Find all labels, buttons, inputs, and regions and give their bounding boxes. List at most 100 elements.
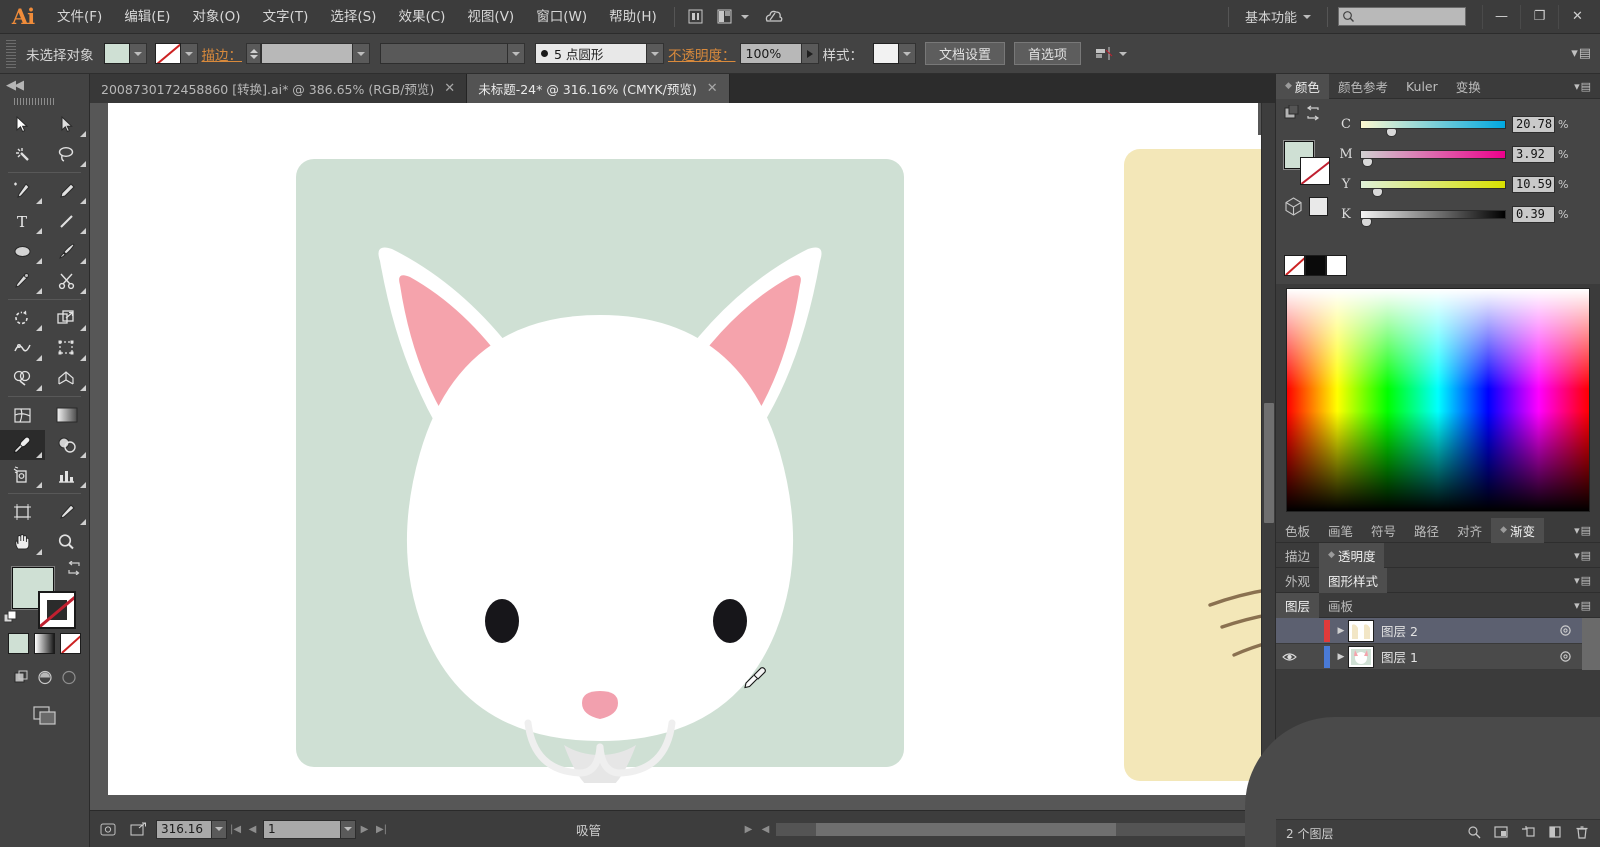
menu-view[interactable]: 视图(V) <box>456 0 525 34</box>
slider-k-track[interactable] <box>1360 210 1506 219</box>
layers-panel-menu-icon[interactable]: ▾▤ <box>1574 599 1600 612</box>
slider-m-value[interactable]: 3.92 <box>1512 146 1555 163</box>
layer-row-1[interactable]: ▶ 图层 1 <box>1276 644 1600 670</box>
tab-kuler[interactable]: Kuler <box>1397 74 1447 99</box>
graphic-style-swatch[interactable] <box>873 43 899 64</box>
slider-y-track[interactable] <box>1360 180 1506 189</box>
artboard-number-input[interactable]: 1 <box>263 820 341 839</box>
line-segment-tool[interactable] <box>45 206 90 236</box>
prev-artboard-button[interactable]: ◀ <box>244 819 261 839</box>
layer-1-target-icon[interactable] <box>1548 650 1582 663</box>
swatches-panel-menu-icon[interactable]: ▾▤ <box>1574 524 1600 537</box>
bridge-icon[interactable] <box>681 4 711 30</box>
rabbit-illustration[interactable] <box>1110 135 1275 795</box>
slider-y-knob[interactable] <box>1372 188 1383 197</box>
next-artboard-button[interactable]: ▶ <box>356 819 373 839</box>
zoom-level-dropdown[interactable] <box>212 820 227 839</box>
tab-align[interactable]: 对齐 <box>1448 518 1491 543</box>
magic-wand-tool[interactable] <box>0 139 45 169</box>
reflect-tool[interactable] <box>45 303 90 333</box>
workspace-selector[interactable]: 基本功能 <box>1235 7 1321 26</box>
tab-transparency[interactable]: ◆透明度 <box>1319 543 1384 568</box>
stroke-swatch-none[interactable] <box>155 43 181 64</box>
slider-m[interactable]: M 3.92 % <box>1338 139 1600 169</box>
color-mode-gradient[interactable] <box>34 633 55 654</box>
slider-c-track[interactable] <box>1360 120 1506 129</box>
symbol-sprayer-tool[interactable] <box>0 460 45 490</box>
hscroll-track[interactable] <box>776 823 1256 836</box>
tab-color-guide[interactable]: 颜色参考 <box>1329 74 1397 99</box>
canvas-vertical-scrollbar[interactable] <box>1261 103 1275 810</box>
free-transform-tool[interactable] <box>45 333 90 363</box>
ellipse-tool[interactable] <box>0 236 45 266</box>
stroke-weight-control[interactable] <box>246 43 370 64</box>
stroke-weight-input[interactable] <box>261 43 353 64</box>
slider-k-value[interactable]: 0.39 <box>1512 206 1555 223</box>
slider-c-value[interactable]: 20.78 <box>1512 116 1555 133</box>
tab-pathfinder[interactable]: 路径 <box>1405 518 1448 543</box>
canvas-area[interactable] <box>90 103 1275 810</box>
create-new-layer-icon[interactable] <box>1548 825 1562 842</box>
document-tab-1-close-icon[interactable]: ✕ <box>444 82 455 95</box>
document-tab-2-close-icon[interactable]: ✕ <box>707 82 718 95</box>
rotate-tool[interactable] <box>0 303 45 333</box>
slider-c[interactable]: C 20.78 % <box>1338 109 1600 139</box>
column-graph-tool[interactable] <box>45 460 90 490</box>
change-screen-mode-icon[interactable] <box>0 704 89 726</box>
restore-button[interactable]: ❐ <box>1520 5 1558 29</box>
toolbar-stroke-swatch-none[interactable] <box>38 591 76 629</box>
cat-illustration[interactable] <box>280 143 920 783</box>
layer-1-visibility-toggle-icon[interactable] <box>1276 651 1302 663</box>
layer-1-name[interactable]: 图层 1 <box>1381 647 1418 666</box>
zoom-level-input[interactable]: 316.16 <box>156 820 212 839</box>
stroke-weight-stepper[interactable] <box>246 43 261 64</box>
tab-color[interactable]: ◆颜色 <box>1276 74 1329 99</box>
fill-swatch[interactable] <box>104 43 130 64</box>
color-panel-menu-icon[interactable]: ▾▤ <box>1574 80 1600 93</box>
pen-tool[interactable] <box>0 176 45 206</box>
document-tab-1[interactable]: 2008730172458860 [转换].ai* @ 386.65% (RGB… <box>90 74 467 103</box>
color-mode-none[interactable] <box>60 633 81 654</box>
arrange-documents-icon[interactable] <box>711 4 741 30</box>
tab-gradient[interactable]: ◆渐变 <box>1491 518 1544 543</box>
artboard-2[interactable] <box>1110 135 1275 795</box>
layer-row-2[interactable]: ▶ 图层 2 <box>1276 618 1600 644</box>
brush-definition-control[interactable]: 5 点圆形 <box>535 43 664 64</box>
color-spectrum-picker[interactable] <box>1286 288 1590 512</box>
create-new-sublayer-icon[interactable] <box>1521 825 1535 842</box>
tab-transform[interactable]: 变换 <box>1447 74 1490 99</box>
quick-swatch-black[interactable] <box>1305 255 1326 276</box>
layer-2-name[interactable]: 图层 2 <box>1381 621 1418 640</box>
locate-object-icon[interactable] <box>1467 825 1481 842</box>
device-central-icon[interactable] <box>96 818 120 840</box>
quick-swatch-none[interactable] <box>1284 255 1305 276</box>
tab-graphic-styles[interactable]: 图形样式 <box>1319 568 1387 593</box>
hand-tool[interactable] <box>0 527 45 557</box>
layer-2-target-icon[interactable] <box>1548 624 1582 637</box>
minimize-button[interactable]: — <box>1482 5 1520 29</box>
gradient-tool[interactable] <box>45 400 90 430</box>
cloud-sync-icon[interactable] <box>759 4 789 30</box>
tab-layers[interactable]: 图层 <box>1276 593 1319 618</box>
eyedropper-tool[interactable] <box>0 430 45 460</box>
vertical-scroll-thumb[interactable] <box>1264 403 1274 523</box>
tab-swatches[interactable]: 色板 <box>1276 518 1319 543</box>
drawing-mode-normal-icon[interactable] <box>11 668 31 686</box>
menu-type[interactable]: 文字(T) <box>252 0 320 34</box>
pencil-tool[interactable] <box>45 176 90 206</box>
color-mode-flat[interactable] <box>8 633 29 654</box>
brush-definition-value[interactable]: 5 点圆形 <box>535 43 647 64</box>
canvas-horizontal-scrollbar[interactable]: ▶ ◀ ▶ <box>740 811 1275 847</box>
default-fill-stroke-icon[interactable] <box>4 611 18 625</box>
fill-dropdown-button[interactable] <box>130 43 147 64</box>
color-panel-stroke-swatch-none[interactable] <box>1300 157 1330 185</box>
width-profile-dropdown[interactable] <box>508 43 525 64</box>
menu-select[interactable]: 选择(S) <box>319 0 387 34</box>
lasso-tool[interactable] <box>45 139 90 169</box>
layer-2-expand-chevron-icon[interactable]: ▶ <box>1334 626 1348 636</box>
opacity-input[interactable]: 100% <box>740 43 802 64</box>
stroke-weight-dropdown[interactable] <box>353 43 370 64</box>
slider-m-knob[interactable] <box>1362 158 1373 167</box>
appearance-panel-menu-icon[interactable]: ▾▤ <box>1574 574 1600 587</box>
current-tool-status[interactable]: 吸管 <box>576 820 601 839</box>
